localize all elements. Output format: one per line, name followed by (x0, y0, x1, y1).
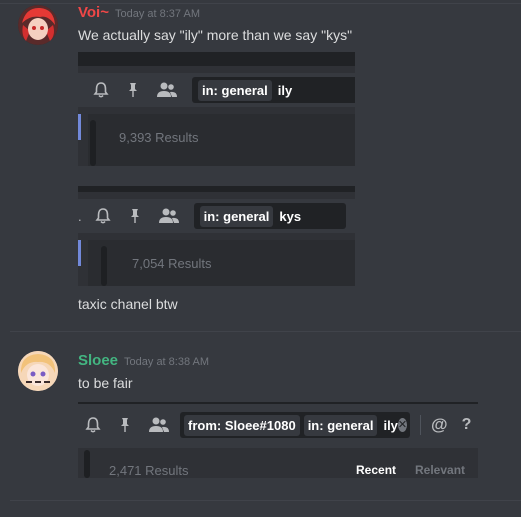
search-query: ily (277, 82, 293, 98)
members-icon (156, 81, 178, 99)
search-query: kys (279, 208, 302, 224)
search-bar-row: . in: general kys (78, 199, 355, 233)
search-query: ily (383, 417, 398, 433)
pin-icon (126, 207, 144, 225)
results-count: 9,393 Results (119, 130, 199, 145)
filter-label: in: (202, 82, 218, 98)
bell-icon (94, 207, 112, 225)
results-scrollbar[interactable] (101, 246, 107, 286)
results-accent (78, 240, 81, 266)
filter-label: in: (307, 417, 324, 433)
message-text-sloee: to be fair (78, 375, 133, 391)
members-icon (148, 416, 170, 434)
sort-relevant-tab[interactable]: Relevant (415, 463, 465, 477)
cut-off-glyph: . (78, 208, 82, 224)
screenshot-topbar (78, 52, 355, 66)
avatar-sloee[interactable] (18, 351, 58, 391)
sort-recent-tab[interactable]: Recent (356, 463, 396, 477)
timestamp-sloee: Today at 8:38 AM (124, 356, 210, 368)
toolbar-separator (420, 415, 421, 435)
pin-icon (116, 416, 134, 434)
screenshot-topbar (78, 186, 355, 192)
attachment-screenshot-kys[interactable]: . in: general kys 7,054 Results (78, 186, 355, 286)
filter-value: general (327, 417, 374, 433)
message-header-voi: Voi~ Today at 8:37 AM (78, 4, 200, 22)
pin-icon (124, 81, 142, 99)
results-count: 7,054 Results (132, 256, 212, 271)
filter-chip-in[interactable]: in: general (198, 79, 272, 101)
from-value: Sloee#1080 (224, 417, 296, 433)
filter-chip-in[interactable]: in: general (199, 205, 274, 227)
search-input[interactable]: in: general ily (192, 77, 355, 103)
results-count: 2,471 Results (109, 463, 189, 478)
filter-value: general (221, 82, 268, 98)
help-icon[interactable]: ? (462, 416, 472, 434)
message-header-sloee: Sloee Today at 8:38 AM (78, 352, 209, 370)
username-sloee[interactable]: Sloee (78, 352, 118, 369)
results-scrollbar[interactable] (90, 120, 96, 166)
username-voi[interactable]: Voi~ (78, 4, 109, 21)
results-scrollbar[interactable] (84, 450, 90, 478)
members-icon (158, 207, 180, 225)
search-input[interactable]: from: Sloee#1080 in: general ily ✕ (180, 412, 410, 438)
from-label: from: (188, 417, 222, 433)
results-panel (88, 240, 355, 286)
search-bar-row: in: general ily (78, 73, 355, 107)
search-input[interactable]: in: general kys (193, 203, 346, 229)
clear-icon[interactable]: ✕ (397, 418, 408, 432)
filter-value: general (223, 208, 270, 224)
results-accent (78, 114, 81, 140)
screenshot-topbar (78, 402, 478, 404)
attachment-screenshot-sloee[interactable]: from: Sloee#1080 in: general ily ✕ @ ? 2… (78, 402, 478, 478)
bell-icon (84, 416, 102, 434)
attachment-screenshot-ily[interactable]: in: general ily 9,393 Results (78, 52, 355, 166)
timestamp-voi: Today at 8:37 AM (114, 8, 200, 20)
filter-chip-from[interactable]: from: Sloee#1080 (184, 414, 300, 436)
filter-chip-in[interactable]: in: general (303, 414, 378, 436)
message-followup-voi: taxic chanel btw (78, 296, 178, 312)
bottom-divider (10, 500, 521, 501)
mention-icon[interactable]: @ (431, 415, 448, 435)
bell-icon (92, 81, 110, 99)
filter-label: in: (203, 208, 220, 224)
avatar-voi[interactable] (18, 5, 58, 45)
message-text-voi: We actually say "ily" more than we say "… (78, 27, 353, 43)
message-divider (10, 331, 521, 332)
search-bar-row: from: Sloee#1080 in: general ily ✕ @ ? (78, 408, 478, 442)
